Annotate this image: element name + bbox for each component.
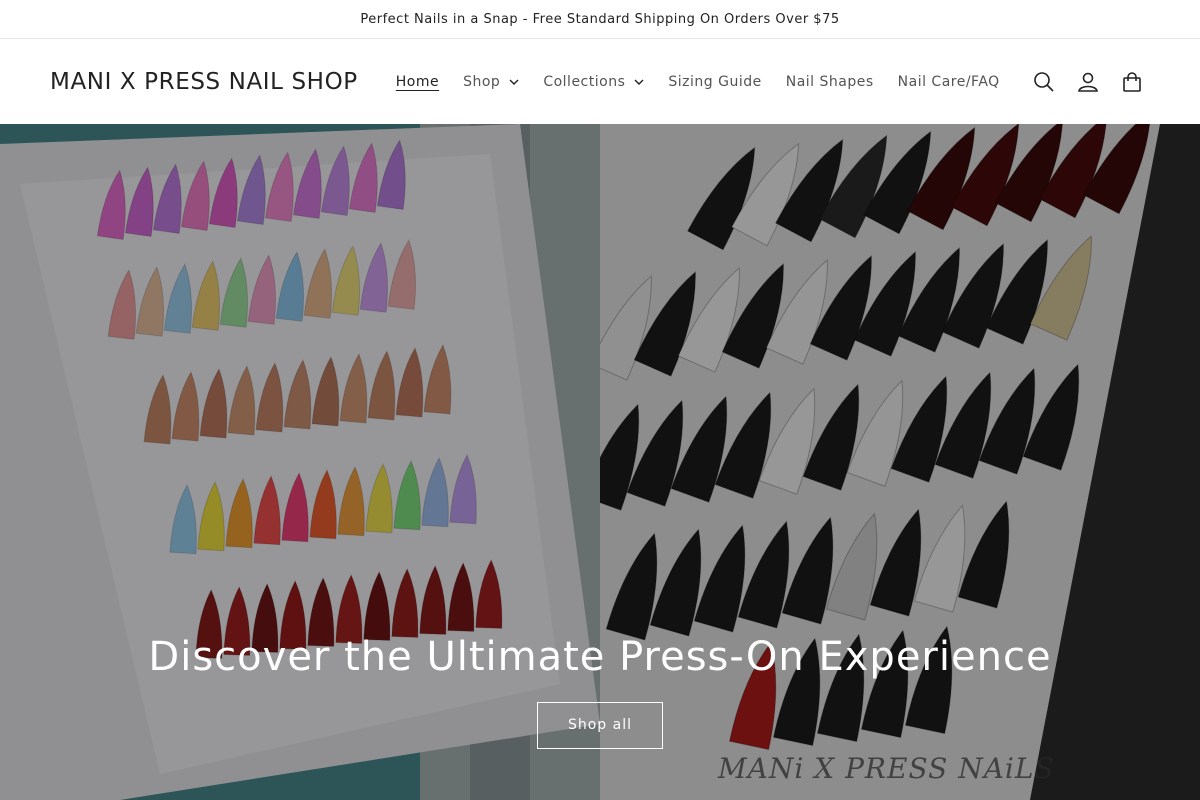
header-icons — [1022, 39, 1154, 124]
nav-item-home[interactable]: Home — [384, 60, 451, 104]
nav-label: Home — [395, 73, 440, 90]
search-icon[interactable] — [1022, 60, 1066, 104]
shop-all-button[interactable]: Shop all — [536, 702, 664, 749]
watermark: MANi X PRESS NAiLS — [718, 752, 1055, 785]
hero-content: Discover the Ultimate Press-On Experienc… — [0, 634, 1200, 749]
hero-title: Discover the Ultimate Press-On Experienc… — [148, 634, 1052, 680]
nav-item-shop[interactable]: Shop — [451, 60, 531, 104]
site-header: MANI X PRESS NAIL SHOP Home Shop Collect… — [0, 39, 1200, 124]
chevron-down-icon — [509, 79, 519, 85]
nav-item-nail-shapes[interactable]: Nail Shapes — [774, 60, 886, 104]
hero-banner: MANi X PRESS NAiLS Discover the Ultimate… — [0, 124, 1200, 800]
cart-icon[interactable] — [1110, 60, 1154, 104]
nav-label: Nail Care/FAQ — [897, 73, 1000, 90]
chevron-down-icon — [634, 79, 644, 85]
nav-label: Nail Shapes — [785, 73, 874, 90]
announcement-text: Perfect Nails in a Snap - Free Standard … — [360, 11, 840, 27]
nav-label: Collections — [543, 73, 626, 90]
main-nav: Home Shop Collections Sizing Guide Nail … — [384, 60, 1012, 104]
nav-label: Shop — [463, 73, 501, 90]
nav-item-collections[interactable]: Collections — [531, 60, 656, 104]
nav-item-nail-care-faq[interactable]: Nail Care/FAQ — [886, 60, 1012, 104]
site-logo[interactable]: MANI X PRESS NAIL SHOP — [50, 69, 358, 95]
announcement-bar: Perfect Nails in a Snap - Free Standard … — [0, 0, 1200, 39]
account-icon[interactable] — [1066, 60, 1110, 104]
nav-item-sizing-guide[interactable]: Sizing Guide — [656, 60, 773, 104]
nav-label: Sizing Guide — [668, 73, 762, 90]
